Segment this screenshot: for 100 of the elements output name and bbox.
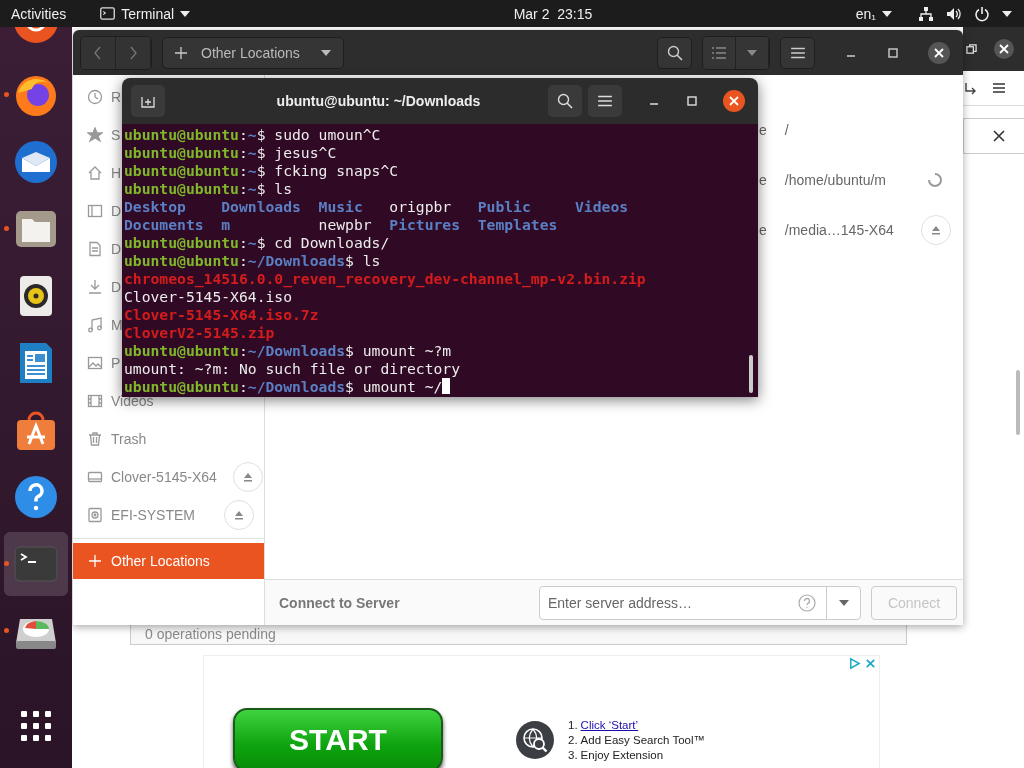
chevron-left-icon [94, 45, 102, 60]
maximize-icon[interactable] [887, 46, 899, 59]
location-row[interactable]: e /home/ubuntu/m [759, 155, 951, 205]
caret-icon [321, 49, 331, 56]
corner-arrow-icon[interactable] [964, 81, 978, 95]
plus-icon [87, 553, 103, 569]
path-text: / [784, 122, 789, 138]
terminal-line: ubuntu@ubuntu:~/Downloads$ ls [124, 251, 381, 269]
sidebar-item[interactable]: Other Locations [73, 543, 264, 579]
location-row[interactable]: e /media…145-X64 [759, 205, 951, 255]
power-icon [974, 5, 990, 22]
terminal-line: ubuntu@ubuntu:~$ ls [124, 179, 293, 197]
globe-search-icon [515, 720, 555, 760]
clock-icon [87, 89, 103, 105]
address-combo-box[interactable]: Enter server address… [539, 585, 861, 620]
sidebar-item[interactable]: S [87, 127, 121, 143]
app-grid-icon [21, 711, 51, 741]
terminal-line: umount: ~?m: No such file or directory [124, 359, 461, 377]
download-icon [87, 279, 103, 295]
close-icon[interactable] [927, 40, 951, 65]
server-address-field[interactable]: Enter server address… [540, 593, 798, 612]
connect-label: Connect to Server [279, 594, 400, 611]
view-options-button[interactable] [736, 36, 769, 69]
close-icon[interactable] [722, 89, 746, 113]
system-menu[interactable] [918, 5, 1012, 22]
caret-icon [747, 49, 757, 56]
step-link[interactable]: Click ‘Start’ [580, 717, 639, 733]
terminal-line: Clover-5145-X64.iso [124, 287, 292, 305]
terminal-line: CloverV2-5145.zip [124, 323, 275, 341]
caret-icon [882, 10, 892, 17]
terminal-line: chromeos_14516.0.0_reven_recovery_dev-channel_mp-v2.bin.zip [124, 269, 646, 287]
input-source-menu[interactable]: en₁ [855, 5, 892, 22]
film-icon [87, 393, 103, 409]
sidebar-item[interactable]: R [87, 89, 122, 105]
sidebar-item[interactable]: Trash [87, 431, 147, 447]
star-icon [87, 127, 103, 143]
terminal-line: ubuntu@ubuntu:~$ jesus^C [124, 143, 337, 161]
chevron-right-icon [129, 45, 137, 60]
menu-button[interactable] [780, 36, 815, 69]
scrollbar[interactable] [1016, 370, 1020, 435]
sidebar-item[interactable]: D [87, 203, 122, 219]
app-menu[interactable]: Terminal [100, 5, 191, 22]
spinner-icon [927, 172, 943, 188]
table-cell: e [759, 172, 767, 188]
ad-choices-icon[interactable] [848, 657, 861, 670]
menu-icon [597, 93, 613, 109]
caret-icon [838, 599, 849, 606]
location-button[interactable]: Other Locations [162, 36, 344, 69]
menu-icon[interactable] [992, 82, 1006, 94]
sidebar-item[interactable]: Clover-5145-X64 [87, 462, 263, 492]
terminal-line: Desktop Downloads Music origpbr Public Videos [124, 197, 629, 215]
clock[interactable]: Mar 2 23:15 [513, 5, 593, 22]
list-view-button[interactable] [703, 36, 736, 69]
window-title: ubuntu@ubuntu: ~/Downloads [275, 93, 482, 109]
terminal-line: Clover-5145-X64.iso.7z [124, 305, 319, 323]
step-number: 2. [568, 732, 578, 748]
terminal-icon [100, 7, 116, 20]
terminal-line: ubuntu@ubuntu:~$ cd Downloads/ [124, 233, 390, 251]
restore-icon[interactable] [966, 43, 977, 55]
search-icon [666, 44, 683, 61]
document-icon [87, 241, 103, 257]
location-row[interactable]: e / [759, 105, 951, 155]
eject-icon [234, 510, 244, 520]
sidebar-item[interactable]: D [87, 241, 122, 257]
picture-icon [87, 355, 103, 371]
sidebar-item[interactable]: H [87, 165, 122, 181]
start-button[interactable]: START [233, 708, 443, 768]
desktop-icon [87, 203, 103, 219]
plus-icon [175, 46, 187, 59]
home-icon [87, 165, 103, 181]
path-text: /media…145-X64 [784, 222, 894, 238]
new-tab-button[interactable] [131, 85, 165, 117]
operations-text: 0 operations pending [145, 626, 276, 642]
close-icon[interactable] [993, 38, 1015, 60]
terminal-line: ubuntu@ubuntu:~/Downloads$ umount ~?m [124, 341, 452, 359]
search-button[interactable] [548, 85, 582, 117]
sidebar-item[interactable]: D [87, 279, 122, 295]
eject-button[interactable] [224, 500, 254, 530]
sidebar-item[interactable]: M [87, 317, 123, 333]
trash-icon [87, 431, 103, 447]
table-cell: e [759, 122, 767, 138]
scrollbar[interactable] [749, 355, 753, 393]
search-icon [557, 93, 573, 109]
drive-icon [87, 469, 103, 485]
maximize-icon[interactable] [686, 95, 698, 107]
step-text: Add Easy Search Tool™ [580, 732, 706, 748]
menu-button[interactable] [588, 85, 622, 117]
location-label: Other Locations [201, 44, 301, 61]
step-number: 3. [568, 747, 578, 763]
close-icon[interactable] [992, 129, 1006, 143]
sidebar-item[interactable]: P [87, 355, 121, 371]
activities-button[interactable]: Activities [11, 5, 67, 22]
search-button[interactable] [657, 36, 692, 69]
eject-button[interactable] [921, 215, 951, 245]
eject-icon [242, 472, 253, 482]
list-icon [711, 44, 727, 61]
sidebar-item[interactable]: EFI-SYSTEM [87, 500, 254, 530]
path-text: /home/ubuntu/m [784, 172, 886, 188]
eject-button[interactable] [232, 462, 263, 492]
sidebar-item[interactable]: Videos [87, 393, 154, 409]
